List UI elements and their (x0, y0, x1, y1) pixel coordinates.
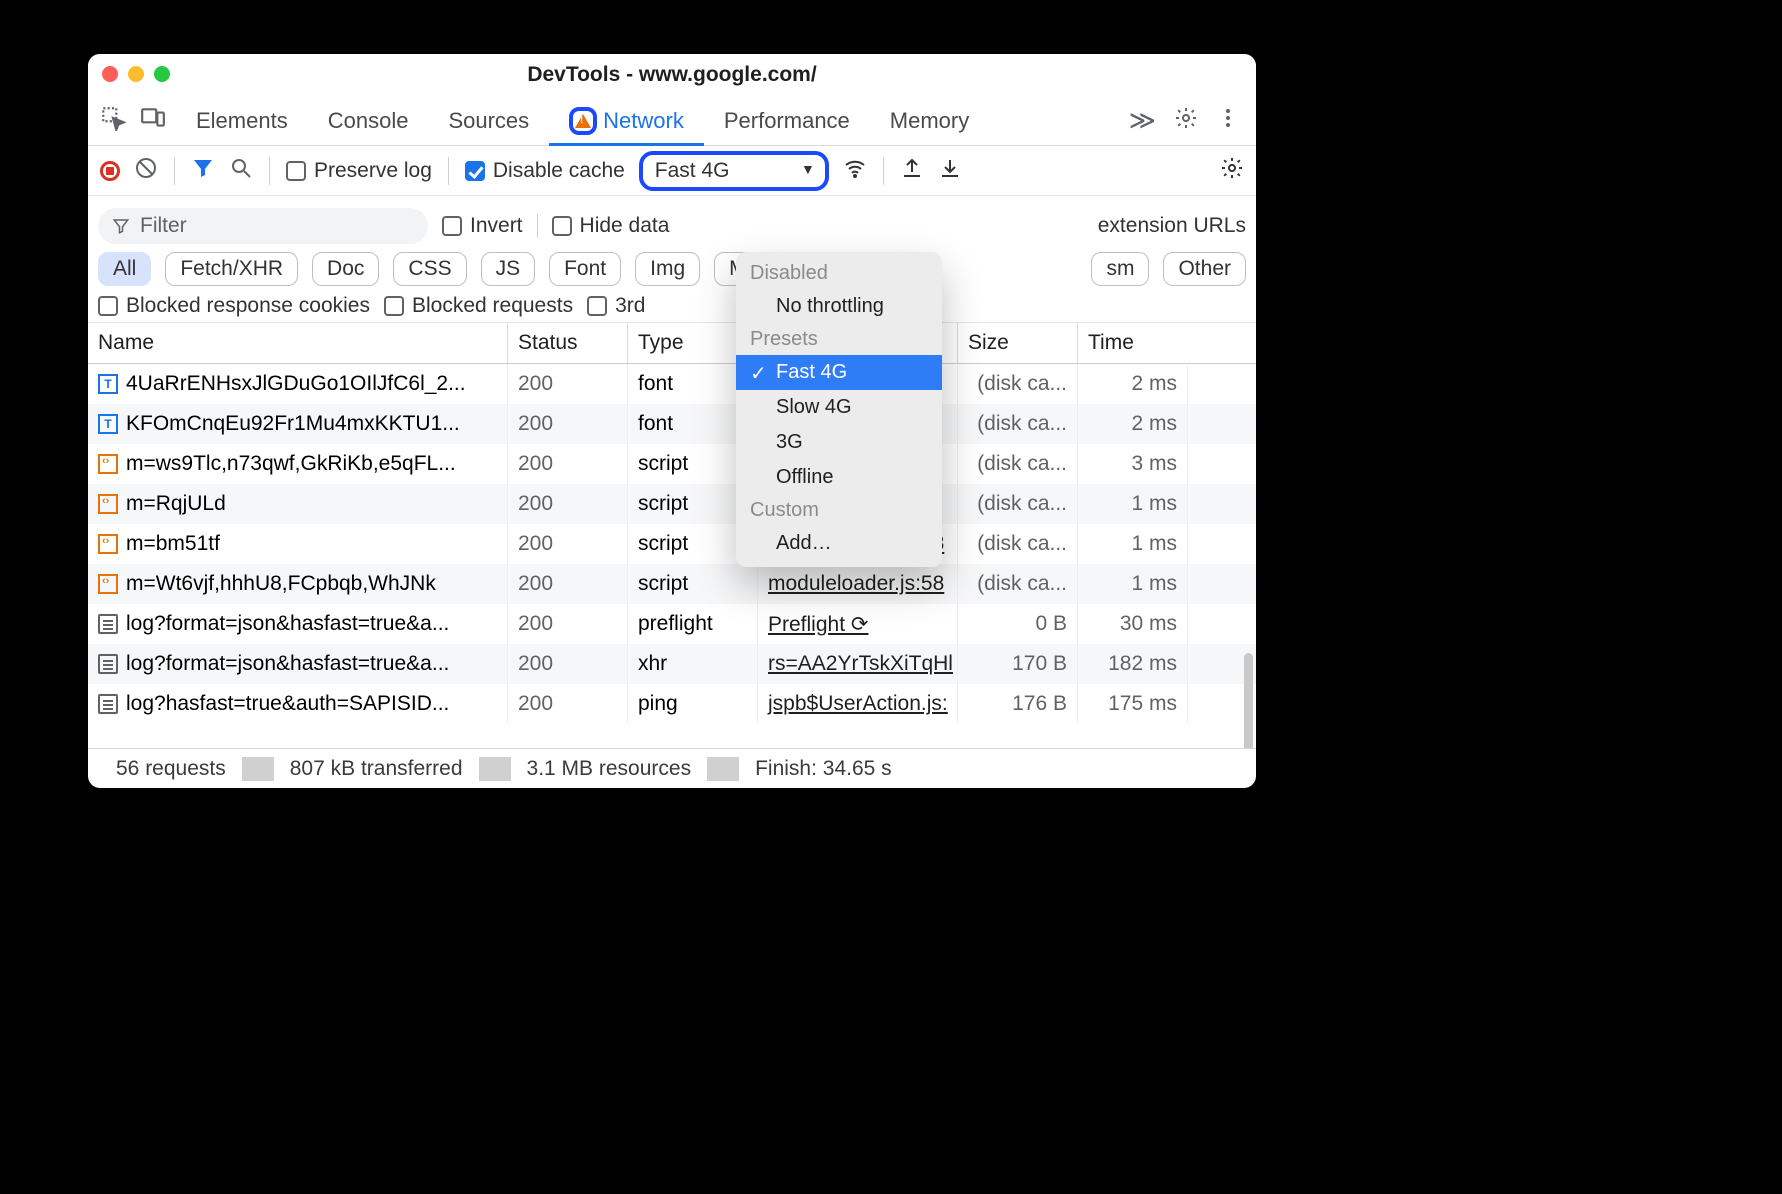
settings-icon[interactable] (1174, 106, 1198, 136)
col-name[interactable]: Name (88, 323, 508, 363)
ext-urls-label: extension URLs (1098, 214, 1246, 238)
menu-item[interactable]: Slow 4G (736, 390, 942, 425)
menu-item[interactable]: 3G (736, 425, 942, 460)
tab-elements[interactable]: Elements (176, 96, 308, 145)
throttling-dropdown: DisabledNo throttlingPresetsFast 4GSlow … (736, 252, 942, 567)
upload-har-icon[interactable] (900, 156, 924, 186)
vertical-scrollbar[interactable] (1244, 653, 1253, 748)
requests-table: Name Status Type Size Time T4UaRrENHsxJl… (88, 323, 1256, 748)
menu-item[interactable]: Add… (736, 526, 942, 561)
preserve-log-checkbox[interactable]: Preserve log (286, 159, 432, 183)
third-party-checkbox[interactable]: 3rd (587, 294, 645, 318)
kebab-icon[interactable] (1216, 106, 1240, 136)
menu-item[interactable]: Offline (736, 460, 942, 495)
download-har-icon[interactable] (938, 156, 962, 186)
titlebar: DevTools - www.google.com/ (88, 54, 1256, 96)
tab-console[interactable]: Console (308, 96, 429, 145)
table-row[interactable]: log?hasfast=true&auth=SAPISID...200pingj… (88, 684, 1256, 724)
filter-bar: Filter Invert Hide data extension URLs A… (88, 196, 1256, 323)
table-row[interactable]: m=RqjULd200script58(disk ca...1 ms (88, 484, 1256, 524)
minimize-button[interactable] (128, 66, 144, 82)
status-finish: Finish: 34.65 s (739, 757, 908, 781)
table-row[interactable]: log?format=json&hasfast=true&a...200xhrr… (88, 644, 1256, 684)
clear-icon[interactable] (134, 156, 158, 186)
doc-icon (98, 654, 118, 674)
hide-data-checkbox[interactable]: Hide data (552, 214, 670, 238)
script-icon (98, 534, 118, 554)
filter-type-doc[interactable]: Doc (312, 252, 379, 286)
devtools-window: DevTools - www.google.com/ Elements Cons… (88, 54, 1256, 788)
script-icon (98, 454, 118, 474)
table-row[interactable]: m=ws9Tlc,n73qwf,GkRiKb,e5qFL...200script… (88, 444, 1256, 484)
filter-type-img[interactable]: Img (635, 252, 700, 286)
maximize-button[interactable] (154, 66, 170, 82)
more-tabs-icon[interactable]: ≫ (1129, 105, 1156, 136)
search-icon[interactable] (229, 156, 253, 186)
device-icon[interactable] (140, 105, 166, 137)
font-icon: T (98, 414, 118, 434)
status-bar: 56 requests 807 kB transferred 3.1 MB re… (88, 748, 1256, 788)
warning-icon (569, 107, 597, 135)
filter-type-fetch[interactable]: Fetch/XHR (165, 252, 298, 286)
script-icon (98, 574, 118, 594)
blocked-req-checkbox[interactable]: Blocked requests (384, 294, 573, 318)
col-status[interactable]: Status (508, 323, 628, 363)
filter-type-js[interactable]: JS (481, 252, 536, 286)
traffic-lights (102, 66, 170, 82)
menu-group-label: Disabled (736, 258, 942, 289)
network-settings-icon[interactable] (1220, 156, 1244, 186)
disable-cache-checkbox[interactable]: Disable cache (465, 159, 625, 183)
tab-performance[interactable]: Performance (704, 96, 870, 145)
network-conditions-icon[interactable] (843, 156, 867, 186)
table-row[interactable]: T4UaRrENHsxJlGDuGo1OIlJfC6l_2...200fontn… (88, 364, 1256, 404)
filter-input[interactable]: Filter (98, 208, 428, 244)
menu-group-label: Custom (736, 495, 942, 526)
panel-tabs: Elements Console Sources Network Perform… (88, 96, 1256, 146)
col-time[interactable]: Time (1078, 323, 1188, 363)
type-filter-row: All Fetch/XHR Doc CSS JS Font Img Media … (98, 248, 1246, 290)
close-button[interactable] (102, 66, 118, 82)
filter-type-other[interactable]: Other (1163, 252, 1246, 286)
tab-sources[interactable]: Sources (428, 96, 549, 145)
doc-icon (98, 614, 118, 634)
network-toolbar: Preserve log Disable cache Fast 4G (88, 146, 1256, 196)
filter-type-font[interactable]: Font (549, 252, 621, 286)
font-icon: T (98, 374, 118, 394)
status-requests: 56 requests (100, 757, 242, 781)
record-button[interactable] (100, 161, 120, 181)
doc-icon (98, 694, 118, 714)
filter-type-sm[interactable]: sm (1091, 252, 1149, 286)
table-row[interactable]: TKFOmCnqEu92Fr1Mu4mxKKTU1...200fontn3:(d… (88, 404, 1256, 444)
inspect-icon[interactable] (100, 105, 126, 137)
blocked-resp-checkbox[interactable]: Blocked response cookies (98, 294, 370, 318)
tab-network[interactable]: Network (549, 96, 704, 145)
filter-type-all[interactable]: All (98, 252, 151, 286)
filter-icon[interactable] (191, 156, 215, 186)
menu-item[interactable]: No throttling (736, 289, 942, 324)
script-icon (98, 494, 118, 514)
table-row[interactable]: log?format=json&hasfast=true&a...200pref… (88, 604, 1256, 644)
funnel-icon (112, 217, 130, 235)
throttling-select[interactable]: Fast 4G (639, 151, 829, 191)
tab-memory[interactable]: Memory (870, 96, 989, 145)
menu-item[interactable]: Fast 4G (736, 355, 942, 390)
table-header: Name Status Type Size Time (88, 323, 1256, 364)
col-size[interactable]: Size (958, 323, 1078, 363)
menu-group-label: Presets (736, 324, 942, 355)
table-row[interactable]: m=Wt6vjf,hhhU8,FCpbqb,WhJNk200scriptmodu… (88, 564, 1256, 604)
window-title: DevTools - www.google.com/ (527, 63, 816, 87)
table-row[interactable]: m=bm51tf200scriptmoduleloader.js:58(disk… (88, 524, 1256, 564)
invert-checkbox[interactable]: Invert (442, 214, 523, 238)
status-resources: 3.1 MB resources (511, 757, 708, 781)
status-transferred: 807 kB transferred (274, 757, 479, 781)
filter-type-css[interactable]: CSS (393, 252, 466, 286)
